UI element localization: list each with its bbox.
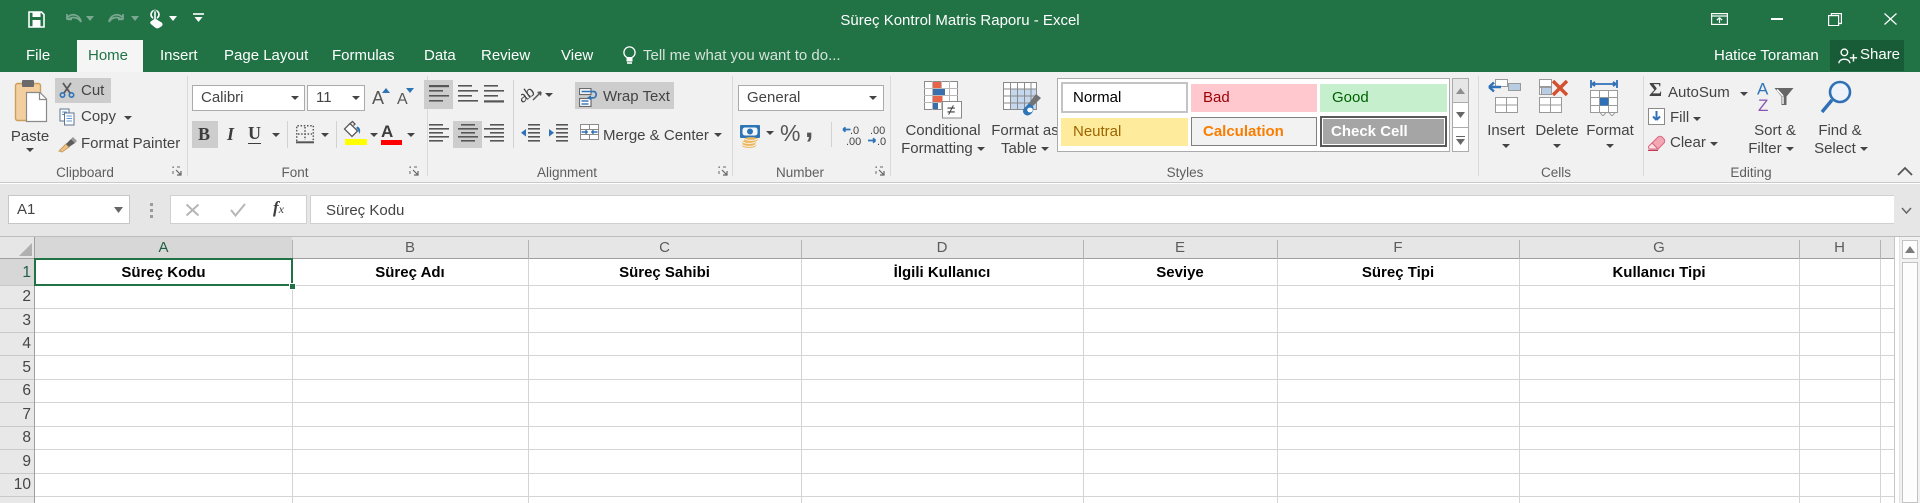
svg-text:ab: ab	[521, 84, 538, 104]
svg-text:.00: .00	[846, 136, 861, 146]
svg-text:Z: Z	[1758, 96, 1768, 115]
svg-text:≠: ≠	[947, 102, 955, 119]
svg-text:.0: .0	[877, 136, 886, 146]
